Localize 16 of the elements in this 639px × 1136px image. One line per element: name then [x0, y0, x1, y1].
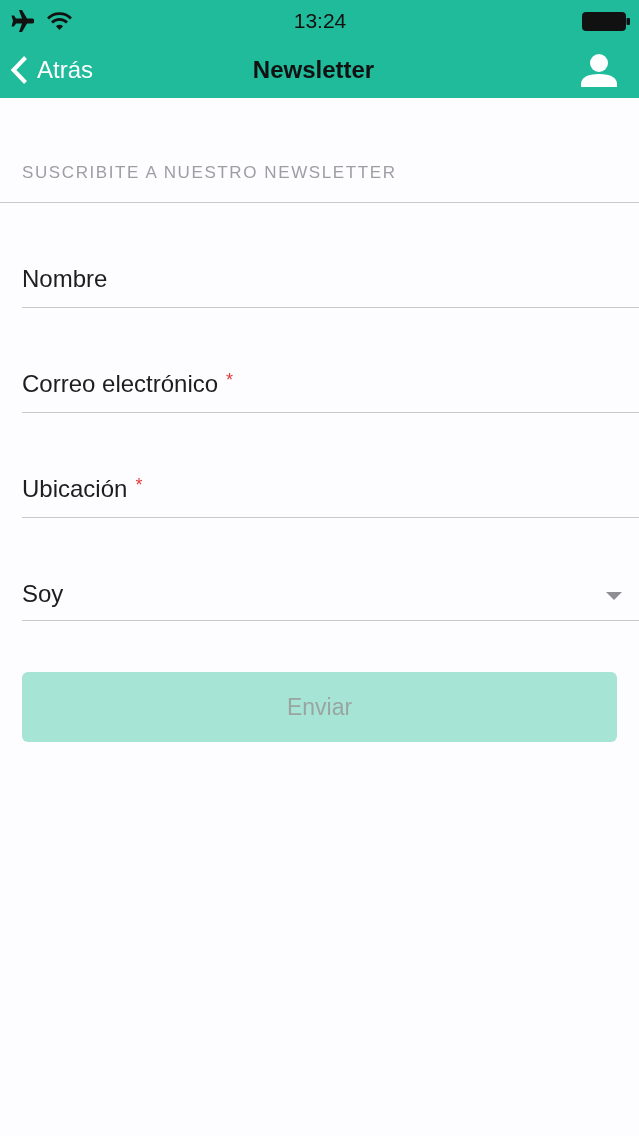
profile-button[interactable] [581, 53, 617, 87]
input-field[interactable]: Nombre [22, 203, 639, 308]
caret-icon [606, 592, 622, 600]
chevron-left-icon [10, 55, 28, 85]
airplane-icon [10, 10, 34, 32]
required-asterisk: * [226, 372, 234, 388]
select-field[interactable]: Soy [22, 518, 639, 621]
required-asterisk: * [135, 477, 143, 493]
screen-title: Newsletter [252, 56, 375, 84]
input-field[interactable]: Correo electrónico * [22, 308, 639, 413]
wifi-icon [47, 12, 72, 30]
section-header: SUSCRIBITE A NUESTRO NEWSLETTER [22, 162, 398, 184]
input-field[interactable]: Ubicación * [22, 413, 639, 518]
status-time: 13:24 [293, 9, 347, 33]
person-icon [581, 53, 617, 87]
battery-icon [582, 11, 630, 31]
